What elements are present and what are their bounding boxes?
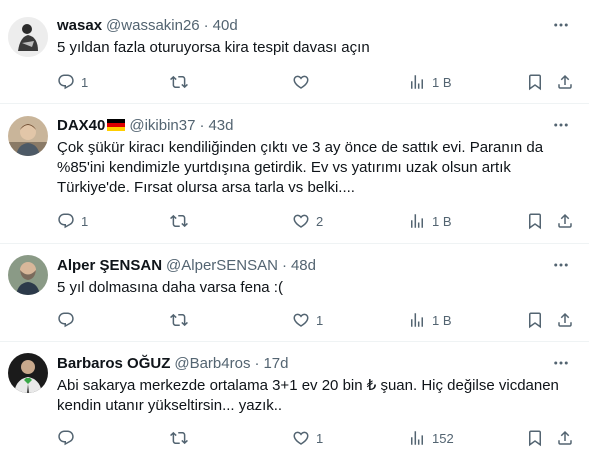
user-handle[interactable]: @wassakin26 [106,17,200,34]
heart-icon [293,75,309,89]
bookmark-icon [529,213,541,230]
reply-icon [58,312,74,328]
view-count: 1 B [432,312,452,328]
action-bar: 1 152 [0,428,589,448]
retweet-button[interactable] [170,428,194,448]
view-count: 1 B [432,74,452,90]
views-button[interactable]: 1 B [408,72,452,92]
heart-icon [293,313,309,327]
share-icon [558,312,572,327]
views-icon [411,431,423,445]
display-name[interactable]: Alper ŞENSAN [57,257,162,274]
display-name[interactable]: DAX40 [57,117,105,134]
tweet-header: Barbaros OĞUZ @Barb4ros · 17d [57,353,288,373]
tweet-text: 5 yıl dolmasına daha varsa fena :( [57,279,283,296]
like-button[interactable]: 1 [292,310,323,330]
like-count: 1 [316,312,324,328]
views-button[interactable]: 1 B [408,310,452,330]
reply-feed: wasax @wassakin26 · 40d 5 yıldan fazla o… [0,0,589,464]
views-button[interactable]: 1 B [408,211,452,231]
views-button[interactable]: 152 [408,428,454,448]
bookmark-button[interactable] [526,211,544,231]
heart-icon [293,214,309,228]
share-button[interactable] [556,310,574,330]
action-bar: 1 2 1 B [0,211,589,231]
like-count: 2 [316,213,324,229]
retweet-button[interactable] [170,72,194,92]
reply-icon [58,74,74,90]
tweet-text: Abi sakarya merkezde ortalama 3+1 ev 20 … [57,377,559,414]
retweet-icon [170,75,188,89]
share-button[interactable] [556,72,574,92]
avatar[interactable] [8,255,48,295]
action-bar: 1 1 B [0,72,589,92]
views-icon [411,75,423,89]
more-icon[interactable] [551,353,571,373]
separator: · [281,256,287,274]
display-name[interactable]: Barbaros OĞUZ [57,355,170,372]
tweet-text: Çok şükür kiracı kendiliğinden çıktı ve … [57,139,544,196]
separator: · [254,354,260,372]
retweet-button[interactable] [170,310,194,330]
views-icon [411,214,423,228]
tweet-text: 5 yıldan fazla oturuyorsa kira tespit da… [57,39,370,56]
view-count: 152 [432,430,454,446]
timestamp[interactable]: 48d [291,257,316,274]
timestamp[interactable]: 17d [263,355,288,372]
share-button[interactable] [556,428,574,448]
more-icon[interactable] [551,115,571,135]
timestamp[interactable]: 43d [208,117,233,134]
like-button[interactable]: 2 [292,211,323,231]
separator: · [203,16,209,34]
reply-count: 1 [81,74,89,90]
more-icon[interactable] [551,15,571,35]
retweet-icon [170,214,188,228]
share-icon [558,74,572,89]
action-bar: 1 1 B [0,310,589,330]
reply-button[interactable]: 1 [57,211,88,231]
user-handle[interactable]: @AlperSENSAN [166,257,278,274]
tweet[interactable]: wasax @wassakin26 · 40d 5 yıldan fazla o… [0,0,589,104]
avatar[interactable] [8,353,48,393]
share-icon [558,430,572,445]
reply-button[interactable] [57,428,81,448]
like-button[interactable] [292,72,316,92]
retweet-icon [170,431,188,445]
timestamp[interactable]: 40d [213,17,238,34]
bookmark-icon [529,74,541,91]
share-button[interactable] [556,211,574,231]
bookmark-button[interactable] [526,428,544,448]
user-handle[interactable]: @ikibin37 [129,117,195,134]
retweet-button[interactable] [170,211,194,231]
display-name[interactable]: wasax [57,17,102,34]
germany-flag-icon [107,119,126,131]
avatar[interactable] [8,116,48,156]
more-icon[interactable] [551,255,571,275]
heart-icon [293,431,309,445]
separator: · [199,116,205,134]
bookmark-button[interactable] [526,310,544,330]
tweet[interactable]: DAX40 @ikibin37 · 43d Çok şükür kiracı k… [0,104,589,244]
view-count: 1 B [432,213,452,229]
user-handle[interactable]: @Barb4ros [174,355,250,372]
avatar[interactable] [8,17,48,57]
tweet-header: Alper ŞENSAN @AlperSENSAN · 48d [57,255,316,275]
share-icon [558,213,572,228]
tweet-header: DAX40 @ikibin37 · 43d [57,115,233,135]
tweet-header: wasax @wassakin26 · 40d [57,15,238,35]
like-count: 1 [316,430,324,446]
reply-button[interactable] [57,310,81,330]
reply-icon [58,213,74,229]
tweet[interactable]: Alper ŞENSAN @AlperSENSAN · 48d 5 yıl do… [0,244,589,342]
reply-icon [58,430,74,446]
tweet[interactable]: Barbaros OĞUZ @Barb4ros · 17d Abi sakary… [0,342,589,464]
bookmark-icon [529,312,541,329]
bookmark-icon [529,430,541,447]
retweet-icon [170,313,188,327]
views-icon [411,313,423,327]
like-button[interactable]: 1 [292,428,323,448]
reply-count: 1 [81,213,89,229]
bookmark-button[interactable] [526,72,544,92]
reply-button[interactable]: 1 [57,72,88,92]
